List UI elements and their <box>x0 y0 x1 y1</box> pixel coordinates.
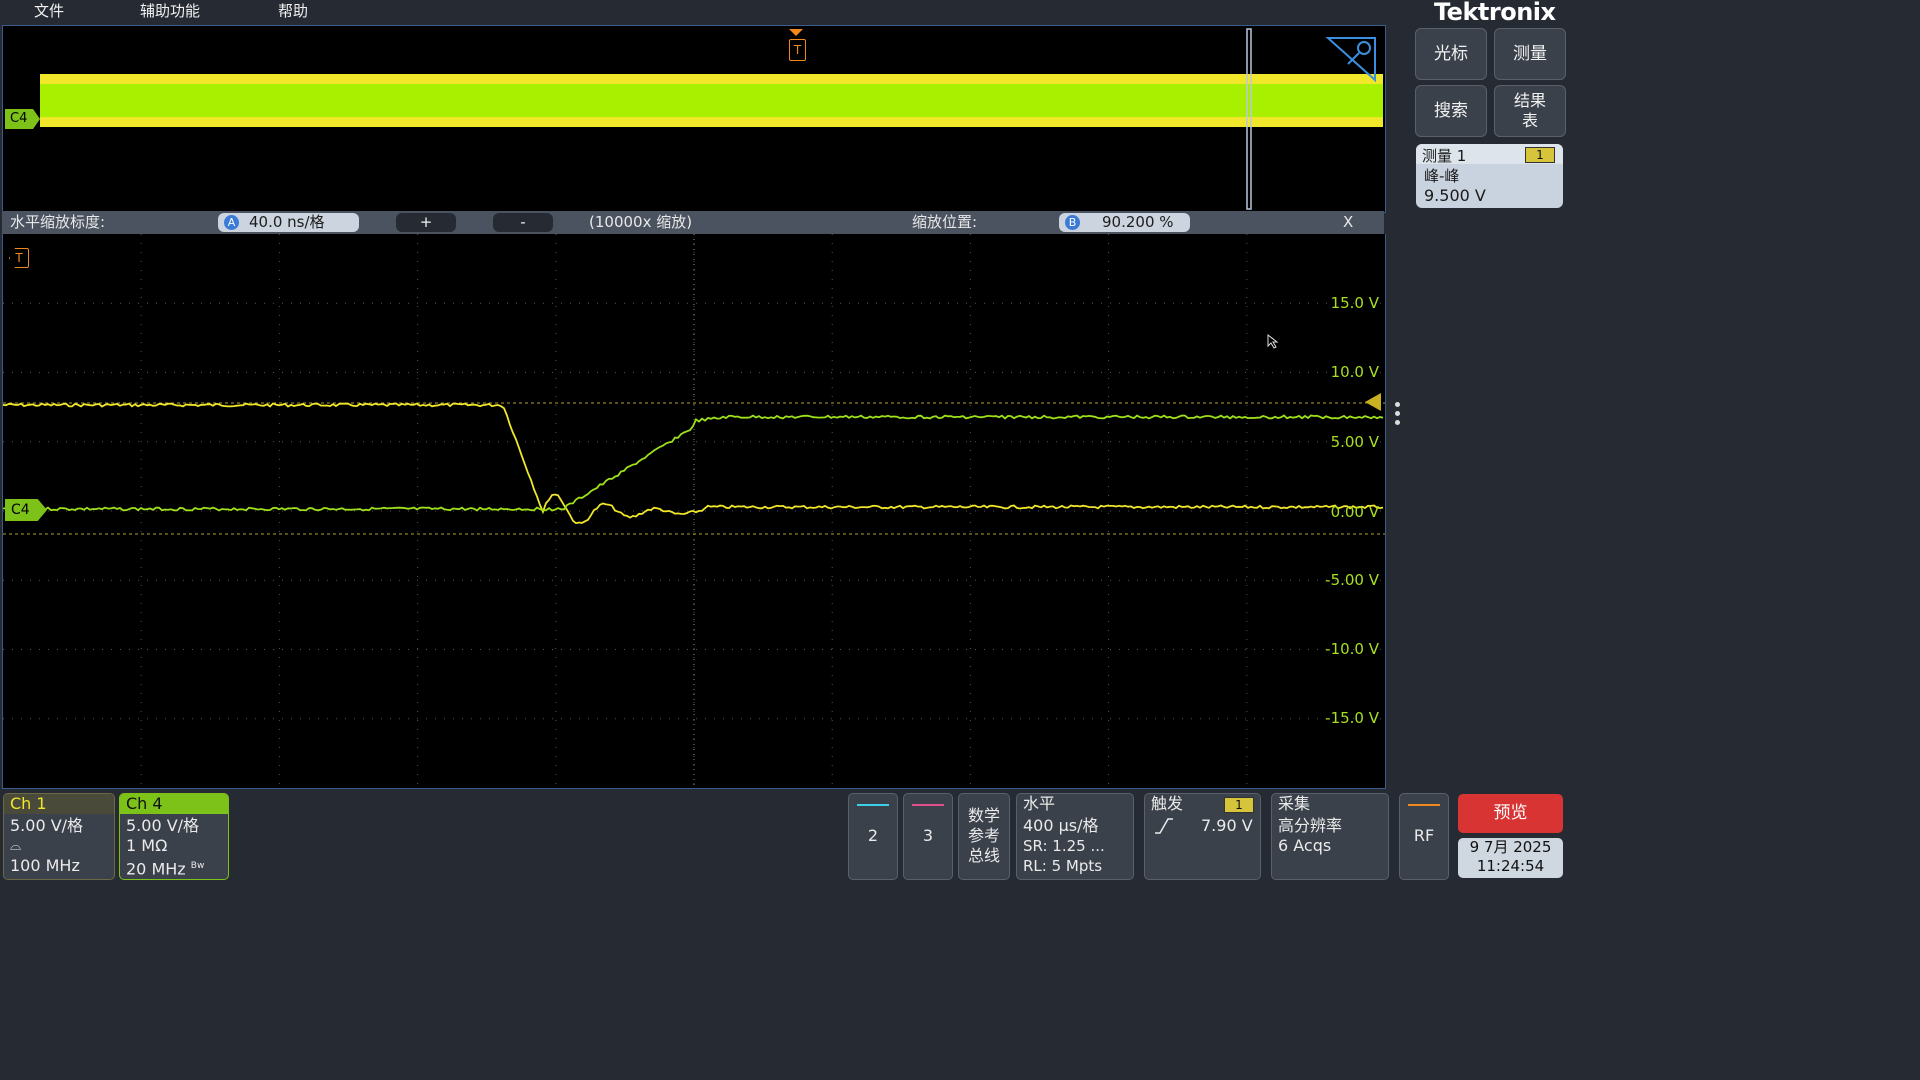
trigger-level-arrow[interactable] <box>1361 393 1381 411</box>
menu-accessibility[interactable]: 辅助功能 <box>140 0 200 22</box>
cursor-button[interactable]: 光标 <box>1415 28 1487 80</box>
zoom-scale-value: 40.0 ns/格 <box>249 213 325 231</box>
horizontal-title: 水平 <box>1023 794 1056 813</box>
a-knob-badge: A <box>224 215 239 230</box>
overview-svg <box>40 28 1383 210</box>
ch1-badge[interactable]: Ch 1 5.00 V/格 ⌓ 100 MHz <box>3 793 115 880</box>
ch4-impedance: 1 MΩ <box>126 836 168 855</box>
sample-rate: SR: 1.25 ... <box>1023 837 1105 855</box>
y-label: 5.00 V <box>1330 433 1379 451</box>
ch4-bandwidth: 20 MHz Bw <box>126 859 205 879</box>
ch2-slot-label: 2 <box>867 826 879 845</box>
zoom-position-label: 缩放位置: <box>912 213 978 231</box>
y-label: 15.0 V <box>1330 294 1379 312</box>
close-zoom-button[interactable]: X <box>1343 213 1353 232</box>
zoom-factor-text: (10000x 缩放) <box>589 213 693 231</box>
rising-edge-icon <box>1155 818 1173 834</box>
trigger-source-badge: 1 <box>1224 797 1254 813</box>
preview-button[interactable]: 预览 <box>1458 794 1563 833</box>
ch4-marker-overview[interactable]: C4 <box>5 109 40 129</box>
add-channel-2-button[interactable]: 2 <box>848 793 898 880</box>
right-panel: Tektronix 光标 测量 搜索 结果 表 测量 1 1 峰-峰 9.500… <box>1410 0 1568 882</box>
panel-drag-handle[interactable] <box>1395 402 1401 430</box>
record-length: RL: 5 Mpts <box>1023 857 1103 875</box>
time-text: 11:24:54 <box>1476 857 1545 875</box>
acquisition-mode: 高分辨率 <box>1278 816 1343 835</box>
acquisition-count: 6 Acqs <box>1278 836 1332 855</box>
measurement-value: 9.500 V <box>1424 186 1486 205</box>
measurement-title: 测量 1 <box>1422 147 1467 165</box>
ch1-label: Ch 1 <box>10 794 47 813</box>
ch1-scale: 5.00 V/格 <box>10 816 84 835</box>
menu-file[interactable]: 文件 <box>34 0 64 22</box>
ch3-color-bar <box>912 804 944 806</box>
bw-limit-icon: Bw <box>190 861 205 871</box>
mouse-cursor-icon <box>1267 334 1279 349</box>
trigger-position-arrow <box>789 29 803 36</box>
rf-button[interactable]: RF <box>1399 793 1449 880</box>
graticule-svg <box>3 234 1385 788</box>
zoom-waveform-view[interactable]: 15.0 V 10.0 V 5.00 V 0.00 V -5.00 V -10.… <box>2 234 1386 789</box>
measurement-1-panel[interactable]: 测量 1 1 峰-峰 9.500 V <box>1416 144 1563 208</box>
zoom-position-field[interactable]: B 90.200 % <box>1059 213 1190 232</box>
ch4-waveform <box>3 414 1384 512</box>
math-ref-bus-label: 数学 参考 总线 <box>967 806 1000 865</box>
zoom-control-bar: 水平缩放标度: A 40.0 ns/格 + - (10000x 缩放) 缩放位置:… <box>2 211 1384 234</box>
zoom-out-button[interactable]: - <box>493 213 553 232</box>
math-ref-bus-button[interactable]: 数学 参考 总线 <box>958 793 1010 880</box>
datetime-display[interactable]: 9 7月 2025 11:24:54 <box>1458 838 1563 878</box>
y-label: -5.00 V <box>1325 571 1379 589</box>
rf-color-bar <box>1408 804 1440 806</box>
measurement-source-badge: 1 <box>1525 147 1555 163</box>
tektronix-logo: Tektronix <box>1434 0 1556 26</box>
overview-waveform-view[interactable]: T C4 <box>2 25 1386 213</box>
menu-help[interactable]: 帮助 <box>278 0 308 22</box>
y-label: -15.0 V <box>1325 709 1379 727</box>
ch3-slot-label: 3 <box>922 826 934 845</box>
horizontal-badge[interactable]: 水平 400 µs/格 SR: 1.25 ... RL: 5 Mpts <box>1016 793 1134 880</box>
rf-label: RF <box>1413 826 1435 845</box>
ch4-label: Ch 4 <box>126 794 163 813</box>
trigger-marker-overview: T <box>789 39 806 61</box>
zoom-scale-label: 水平缩放标度: <box>10 213 106 231</box>
acquisition-badge[interactable]: 采集 高分辨率 6 Acqs <box>1271 793 1389 880</box>
add-channel-3-button[interactable]: 3 <box>903 793 953 880</box>
b-knob-badge: B <box>1065 215 1080 230</box>
zoom-position-value: 90.200 % <box>1102 213 1174 231</box>
acquisition-title: 采集 <box>1278 794 1311 813</box>
ch2-color-bar <box>857 804 889 806</box>
trigger-badge[interactable]: 触发 1 7.90 V <box>1144 793 1261 880</box>
y-label: 0.00 V <box>1330 503 1379 521</box>
measurement-type: 峰-峰 <box>1424 167 1460 185</box>
measure-button[interactable]: 测量 <box>1494 28 1566 80</box>
zoom-in-button[interactable]: + <box>396 213 456 232</box>
ch1-waveform <box>3 402 1384 525</box>
zoom-scale-field[interactable]: A 40.0 ns/格 <box>218 213 359 232</box>
trigger-title: 触发 <box>1151 794 1184 813</box>
y-label: -10.0 V <box>1325 640 1379 658</box>
magnifier-icon <box>1357 41 1371 55</box>
horizontal-scale: 400 µs/格 <box>1023 816 1099 835</box>
probe-icon: ⌓ <box>10 838 22 854</box>
y-label: 10.0 V <box>1330 363 1379 381</box>
trigger-level: 7.90 V <box>1201 816 1253 835</box>
date-text: 9 7月 2025 <box>1469 838 1552 856</box>
overview-band-green <box>40 84 1383 117</box>
menu-bar: 文件 辅助功能 帮助 <box>0 0 1410 24</box>
search-button[interactable]: 搜索 <box>1415 85 1487 137</box>
ch4-scale: 5.00 V/格 <box>126 816 200 835</box>
ch1-bandwidth: 100 MHz <box>10 856 80 875</box>
ch4-badge[interactable]: Ch 4 5.00 V/格 1 MΩ 20 MHz Bw <box>119 793 229 880</box>
results-table-button[interactable]: 结果 表 <box>1494 85 1566 137</box>
